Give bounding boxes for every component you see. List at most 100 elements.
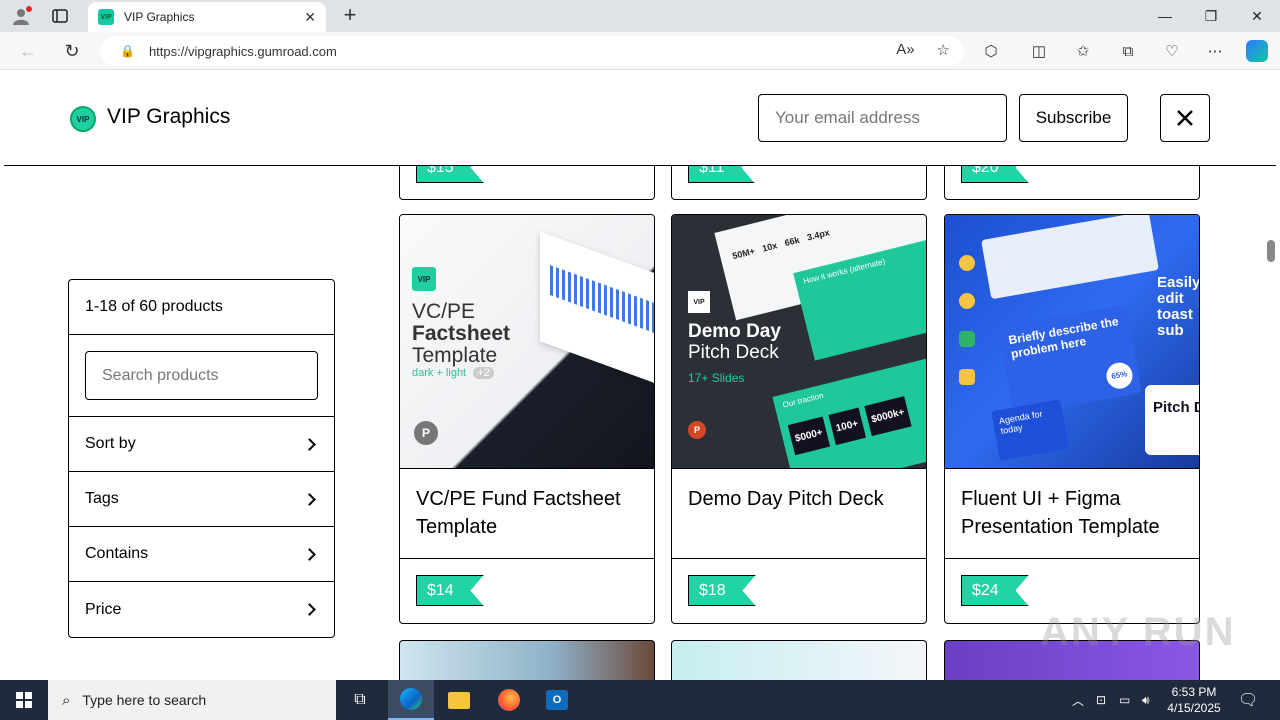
product-thumbnail[interactable]: 50M+ 10x 66k 3.4px How it works (alterna…	[672, 215, 926, 469]
product-card-partial[interactable]	[399, 640, 655, 680]
subscribe-button[interactable]: Subscribe	[1019, 94, 1128, 142]
thumb-line: VC/PE	[412, 300, 476, 323]
filter-label: Price	[85, 600, 122, 618]
outlook-icon[interactable]: O	[534, 680, 580, 720]
chevron-right-icon	[303, 437, 316, 451]
url-text: https://vipgraphics.gumroad.com	[148, 43, 337, 59]
slide-preview: Our traction $000+ 100+ $000k+	[772, 355, 926, 468]
powerpoint-icon: P	[414, 421, 438, 445]
split-screen-icon[interactable]: ◫	[1028, 40, 1050, 62]
x-social-button[interactable]	[1160, 94, 1210, 142]
scrollbar-thumb[interactable]	[1267, 240, 1275, 262]
thumb-sub: dark + light	[412, 367, 467, 379]
notification-dot	[26, 6, 32, 12]
profile-icon[interactable]	[8, 4, 34, 28]
product-count: 1-18 of 60 products	[69, 280, 334, 335]
slide-preview: Briefly describe the problem here 65%	[998, 304, 1142, 416]
firefox-logo	[498, 689, 520, 711]
stat: 66k	[783, 234, 801, 249]
read-aloud-icon[interactable]: A»	[896, 41, 914, 59]
email-input[interactable]: Your email address	[758, 94, 1007, 142]
filters-panel: 1-18 of 60 products Search products Sort…	[68, 279, 335, 638]
search-icon: ⌕	[62, 691, 71, 709]
product-card[interactable]: 50M+ 10x 66k 3.4px How it works (alterna…	[671, 214, 927, 624]
thumb-line: Template	[412, 344, 498, 367]
thumb-line: Demo Day	[688, 321, 781, 342]
brand-logo-icon[interactable]: VIP	[70, 106, 96, 132]
extensions-icon[interactable]: ⬡	[980, 40, 1002, 62]
watermark: ANY RUN	[1040, 610, 1236, 654]
close-window-icon[interactable]: ✕	[1234, 0, 1280, 32]
chevron-right-icon	[303, 547, 316, 561]
product-name[interactable]: Fluent UI + Figma Presentation Template	[945, 469, 1199, 559]
product-card[interactable]: VIP VC/PE Factsheet Template dark + ligh…	[399, 214, 655, 624]
collections-icon[interactable]: ⧉	[1117, 40, 1139, 62]
firefox-icon[interactable]	[486, 680, 532, 720]
windows-taskbar: ⌕ Type here to search ⧉ O ︿ ⊡ ▭ 🔊︎ 6:53 …	[0, 680, 1280, 720]
product-name[interactable]: VC/PE Fund Factsheet Template	[400, 469, 654, 559]
more-menu-icon[interactable]: ⋯	[1204, 40, 1226, 62]
brand-name[interactable]: VIP Graphics	[107, 105, 230, 129]
filter-label: Contains	[85, 545, 149, 562]
filter-contains[interactable]: Contains	[69, 527, 334, 582]
product-card[interactable]: Briefly describe the problem here 65% Ea…	[944, 214, 1200, 624]
minimize-icon[interactable]: —	[1142, 0, 1188, 32]
device-icon[interactable]: ⊡	[1096, 680, 1106, 720]
lock-icon: 🔒	[120, 44, 135, 58]
filter-label: Tags	[85, 490, 119, 507]
taskbar-search-placeholder: Type here to search	[82, 692, 207, 708]
product-card-partial[interactable]: $15	[399, 166, 655, 200]
stat: 10x	[761, 240, 779, 254]
clock-date: 4/15/2025	[1167, 701, 1221, 715]
thumb-sub: 17+ Slides	[688, 371, 745, 385]
stat: $000k+	[863, 396, 912, 437]
network-icon[interactable]: ▭	[1119, 680, 1130, 720]
powerpoint-icon: P	[688, 421, 706, 439]
product-name[interactable]: Demo Day Pitch Deck	[672, 469, 926, 559]
address-bar-row: ← ↻ 🔒 https://vipgraphics.gumroad.com A»…	[0, 32, 1280, 70]
back-icon[interactable]: ←	[14, 38, 42, 64]
x-logo-icon	[1177, 110, 1193, 126]
tab-actions-icon[interactable]	[46, 4, 74, 28]
taskbar-search[interactable]: ⌕ Type here to search	[48, 680, 336, 720]
slide-text: Agenda for today	[991, 399, 1069, 461]
favorites-icon[interactable]: ✩	[1072, 40, 1094, 62]
filter-price[interactable]: Price	[69, 582, 334, 637]
volume-icon[interactable]: 🔊︎	[1142, 680, 1150, 720]
show-hidden-icons[interactable]: ︿	[1072, 680, 1084, 720]
refresh-icon[interactable]: ↻	[58, 38, 86, 64]
edge-taskbar-icon[interactable]	[388, 680, 434, 720]
file-explorer-icon[interactable]	[436, 680, 482, 720]
stat: $000+	[787, 416, 831, 456]
store-header: VIP VIP Graphics Your email address Subs…	[4, 70, 1276, 166]
start-button[interactable]	[0, 680, 48, 720]
url-field[interactable]: 🔒 https://vipgraphics.gumroad.com A» ☆	[100, 36, 964, 66]
price-tag: $14	[416, 575, 484, 606]
thumb-line: Pitch Deck	[688, 342, 779, 363]
favorite-star-icon[interactable]: ☆	[937, 41, 950, 59]
browser-essentials-icon[interactable]: ♡	[1161, 40, 1183, 62]
filter-sort-by[interactable]: Sort by	[69, 417, 334, 472]
new-tab-icon[interactable]: +	[338, 4, 362, 28]
search-products-input[interactable]: Search products	[85, 351, 318, 400]
price-tag: $20	[961, 166, 1029, 183]
product-thumbnail[interactable]: Briefly describe the problem here 65% Ea…	[945, 215, 1199, 469]
filter-tags[interactable]: Tags	[69, 472, 334, 527]
product-card-partial[interactable]: $11	[671, 166, 927, 200]
copilot-icon[interactable]	[1246, 40, 1268, 62]
tab-close-icon[interactable]: ✕	[304, 9, 316, 26]
product-card-partial[interactable]	[671, 640, 927, 680]
taskbar-clock[interactable]: 6:53 PM 4/15/2025	[1158, 684, 1230, 716]
restore-icon[interactable]: ❐	[1188, 0, 1234, 32]
thumb-badge: +2	[473, 367, 494, 379]
product-thumbnail[interactable]: VIP VC/PE Factsheet Template dark + ligh…	[400, 215, 654, 469]
slide-preview	[981, 215, 1159, 300]
slide-text: Briefly describe the problem here	[1007, 314, 1120, 362]
notifications-icon[interactable]: 🗨︎	[1238, 680, 1258, 720]
stat: 3.4px	[805, 227, 831, 243]
tab-favicon-icon: VIP	[98, 9, 114, 25]
slide-preview	[540, 231, 654, 389]
product-card-partial[interactable]: $20	[944, 166, 1200, 200]
tab-vip-graphics[interactable]: VIP VIP Graphics ✕	[88, 2, 326, 32]
task-view-icon[interactable]: ⧉	[337, 680, 383, 720]
